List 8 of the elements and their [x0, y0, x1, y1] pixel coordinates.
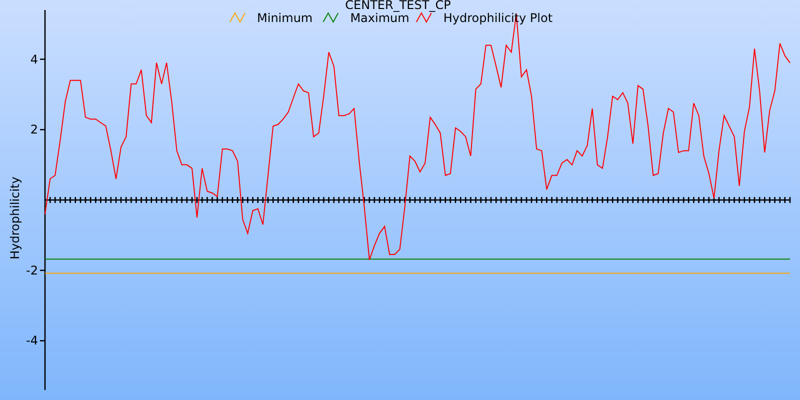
chart-title: CENTER_TEST_CP: [345, 0, 451, 12]
y-tick-label: -2: [26, 263, 38, 278]
legend-label: Minimum: [257, 11, 313, 25]
y-tick-label: -4: [26, 334, 38, 348]
y-axis-label: Hydrophilicity: [8, 176, 22, 260]
y-tick-label: 4: [30, 52, 38, 66]
y-tick-label: 2: [30, 122, 38, 137]
legend-label: Maximum: [350, 11, 410, 25]
